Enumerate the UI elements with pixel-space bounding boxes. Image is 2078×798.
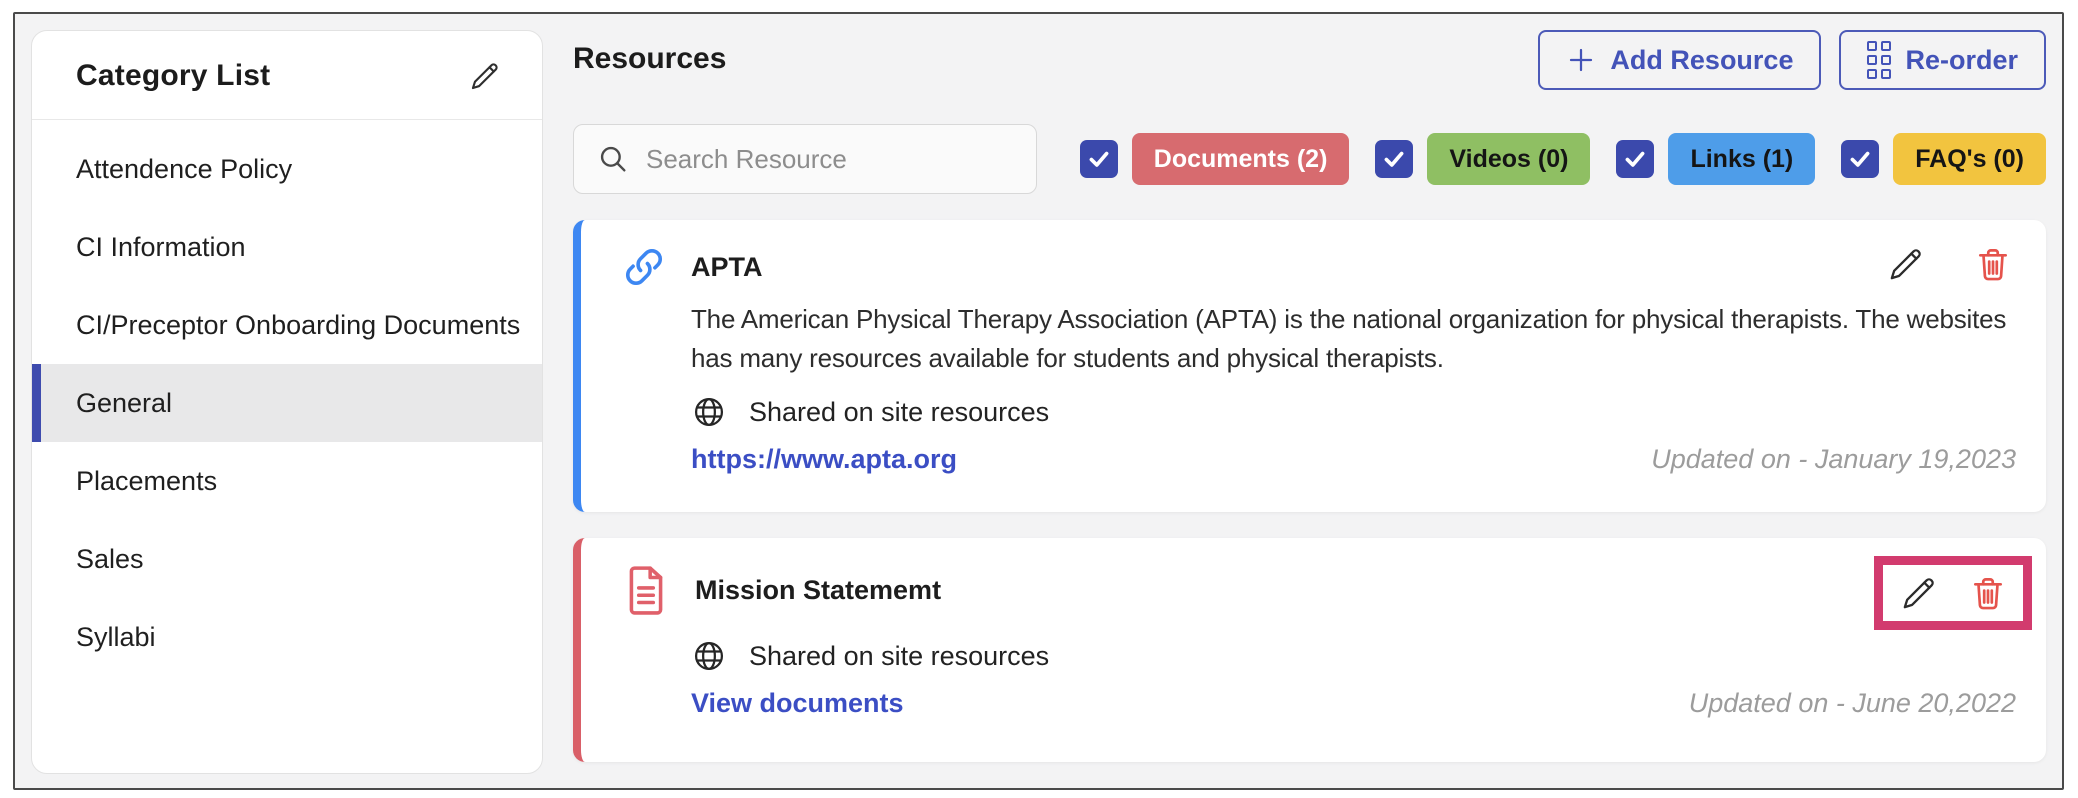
app-frame: Category List Attendence Policy CI Infor…: [13, 12, 2064, 790]
resource-card-apta: APTA The American Physical Therapy Assoc…: [573, 220, 2046, 512]
videos-checkbox[interactable]: [1375, 140, 1413, 178]
sidebar-item-attendence-policy[interactable]: Attendence Policy: [32, 130, 542, 208]
header-actions: Add Resource Re-order: [1538, 30, 2046, 90]
page-title: Resources: [573, 42, 726, 76]
delete-resource-icon[interactable]: [1972, 243, 2014, 285]
view-documents-link[interactable]: View documents: [691, 688, 904, 719]
sidebar-item-label: Sales: [76, 544, 144, 575]
shared-row: Shared on site resources: [691, 638, 2016, 674]
resource-card-mission-statement: Mission Statememt Shared on site resourc…: [573, 538, 2046, 762]
resource-head: APTA: [621, 244, 2016, 290]
sidebar-title: Category List: [76, 59, 270, 93]
search-input[interactable]: [646, 144, 1014, 175]
resource-list: APTA The American Physical Therapy Assoc…: [573, 220, 2046, 762]
sidebar-item-label: General: [76, 388, 172, 419]
edit-categories-icon[interactable]: [468, 59, 502, 93]
sidebar-item-label: CI/Preceptor Onboarding Documents: [76, 310, 520, 341]
globe-icon: [691, 394, 727, 430]
sidebar-item-label: Syllabi: [76, 622, 156, 653]
shared-label: Shared on site resources: [749, 397, 1049, 428]
faqs-badge[interactable]: FAQ's (0): [1893, 133, 2046, 185]
card-actions: [1884, 242, 2014, 286]
documents-checkbox[interactable]: [1080, 140, 1118, 178]
resource-head: Mission Statememt: [621, 562, 2016, 618]
faqs-checkbox[interactable]: [1841, 140, 1879, 178]
reorder-button[interactable]: Re-order: [1839, 30, 2046, 90]
resource-title: Mission Statememt: [695, 575, 941, 606]
sidebar-item-general[interactable]: General: [32, 364, 542, 442]
resources-panel: Resources Add Resource Re-order: [573, 30, 2046, 772]
updated-timestamp: Updated on - June 20,2022: [1689, 688, 2016, 719]
videos-badge[interactable]: Videos (0): [1427, 133, 1590, 185]
category-sidebar: Category List Attendence Policy CI Infor…: [31, 30, 543, 774]
resource-description: The American Physical Therapy Associatio…: [691, 300, 2016, 378]
delete-resource-icon[interactable]: [1969, 574, 2007, 612]
plus-icon: [1566, 45, 1596, 75]
sidebar-item-sales[interactable]: Sales: [32, 520, 542, 598]
search-icon: [596, 142, 630, 176]
filter-videos: Videos (0): [1375, 133, 1590, 185]
add-resource-button[interactable]: Add Resource: [1538, 30, 1821, 90]
filter-documents: Documents (2): [1080, 133, 1350, 185]
category-list: Attendence Policy CI Information CI/Prec…: [32, 120, 542, 676]
filter-links: Links (1): [1616, 133, 1815, 185]
sidebar-item-label: Placements: [76, 466, 217, 497]
add-resource-label: Add Resource: [1610, 45, 1793, 76]
filter-faqs: FAQ's (0): [1841, 133, 2046, 185]
documents-badge[interactable]: Documents (2): [1132, 133, 1350, 185]
document-icon: [621, 562, 671, 618]
sidebar-item-ci-information[interactable]: CI Information: [32, 208, 542, 286]
updated-timestamp: Updated on - January 19,2023: [1651, 444, 2016, 475]
edit-resource-icon[interactable]: [1884, 242, 1928, 286]
sidebar-item-ci-preceptor-onboarding-documents[interactable]: CI/Preceptor Onboarding Documents: [32, 286, 542, 364]
shared-row: Shared on site resources: [691, 394, 2016, 430]
resource-url-link[interactable]: https://www.apta.org: [691, 444, 957, 475]
card-footer: View documents Updated on - June 20,2022: [691, 688, 2016, 719]
resources-header: Resources Add Resource Re-order: [573, 30, 2046, 90]
reorder-grid-icon: [1867, 41, 1891, 79]
shared-label: Shared on site resources: [749, 641, 1049, 672]
search-box[interactable]: [573, 124, 1037, 194]
link-icon: [621, 244, 667, 290]
sidebar-header: Category List: [32, 31, 542, 120]
sidebar-item-label: Attendence Policy: [76, 154, 292, 185]
sidebar-item-syllabi[interactable]: Syllabi: [32, 598, 542, 676]
actions-highlight-annotation: [1874, 556, 2032, 630]
sidebar-item-placements[interactable]: Placements: [32, 442, 542, 520]
reorder-label: Re-order: [1905, 45, 2018, 76]
resources-toolbar: Documents (2) Videos (0) Links (1): [573, 124, 2046, 194]
edit-resource-icon[interactable]: [1899, 573, 1939, 613]
sidebar-item-label: CI Information: [76, 232, 246, 263]
links-badge[interactable]: Links (1): [1668, 133, 1815, 185]
globe-icon: [691, 638, 727, 674]
resource-title: APTA: [691, 252, 763, 283]
card-footer: https://www.apta.org Updated on - Januar…: [691, 444, 2016, 475]
filter-row: Documents (2) Videos (0) Links (1): [1080, 133, 2046, 185]
links-checkbox[interactable]: [1616, 140, 1654, 178]
